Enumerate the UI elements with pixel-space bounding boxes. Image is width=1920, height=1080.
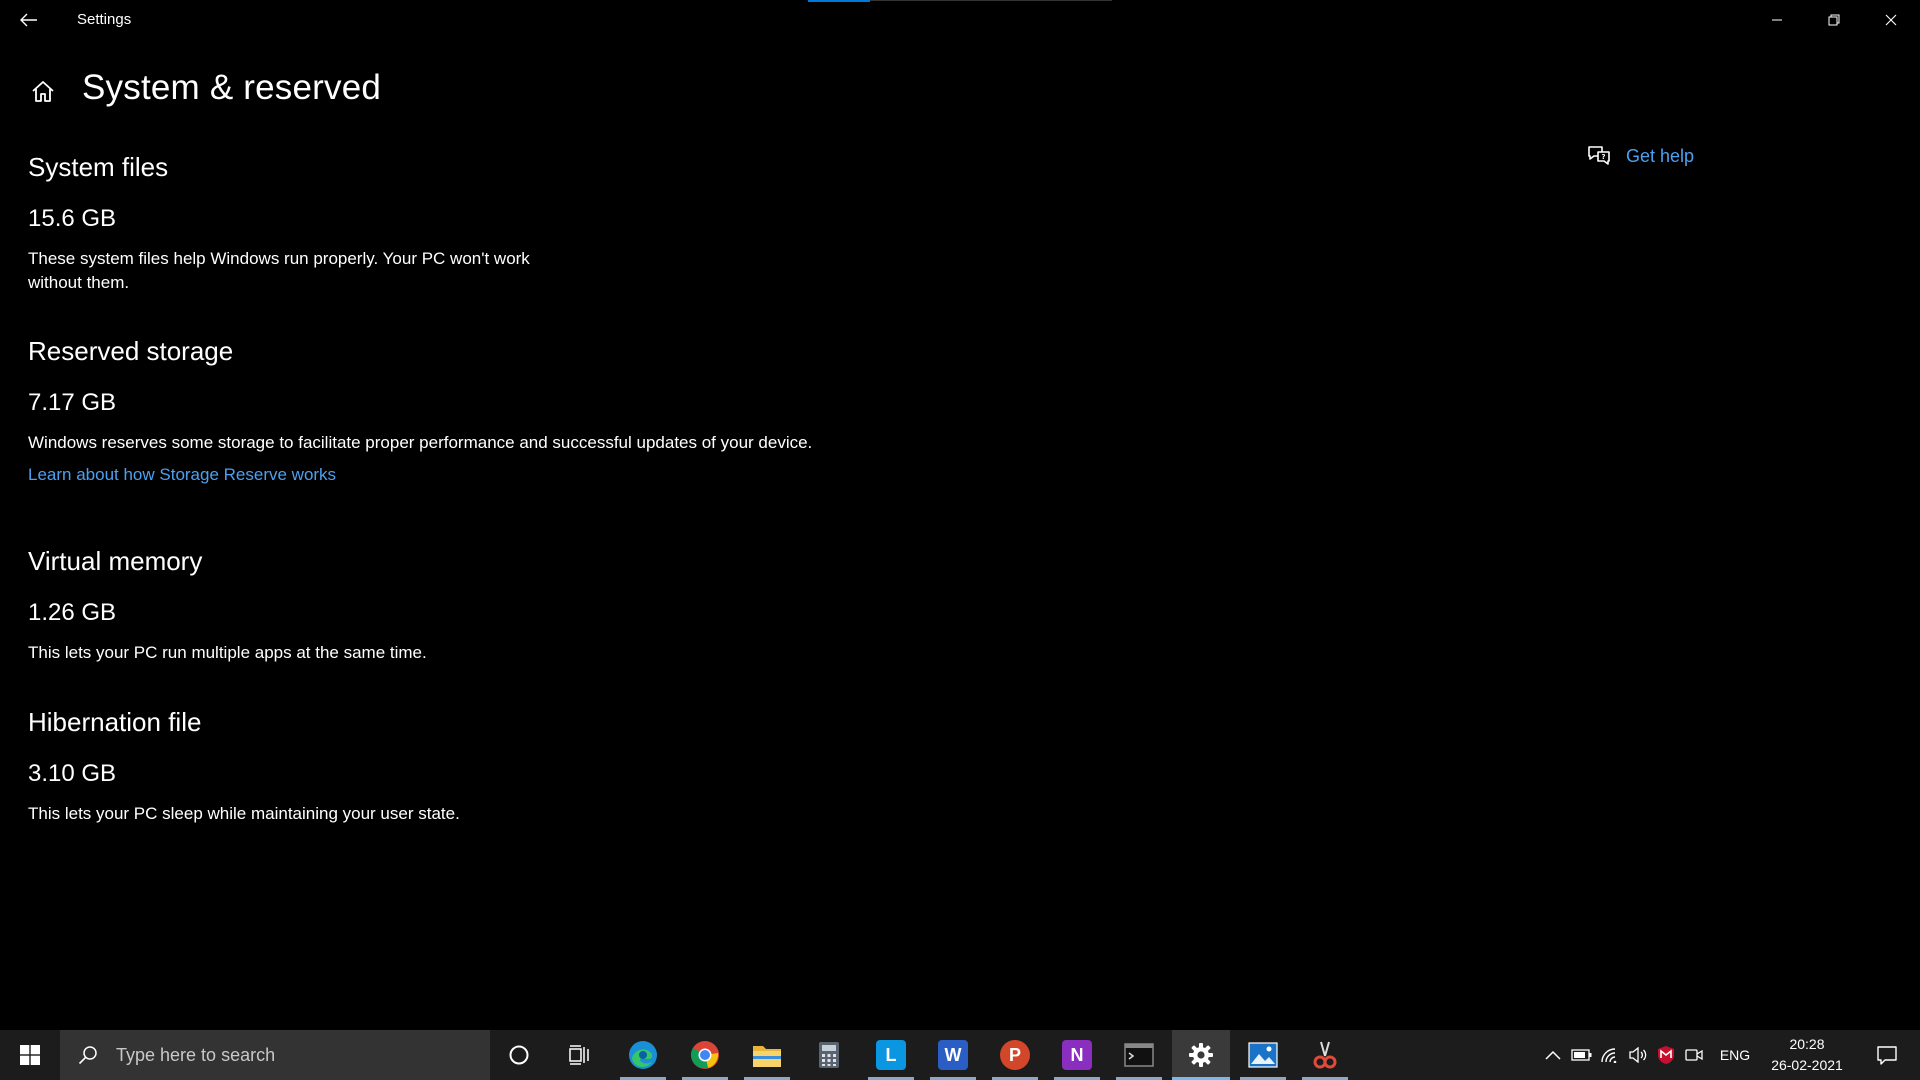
onenote-icon: N [1062,1040,1092,1070]
task-view-icon [569,1045,589,1065]
notification-icon [1877,1046,1897,1065]
taskbar-word[interactable]: W [924,1030,982,1080]
edge-icon [629,1041,657,1069]
title-accent-bar [808,0,870,2]
section-description: Windows reserves some storage to facilit… [28,433,813,452]
title-bar: Settings [0,0,1920,40]
close-icon [1885,14,1897,26]
taskbar-photos[interactable] [1234,1030,1292,1080]
chevron-up-icon [1545,1050,1561,1060]
back-arrow-icon [20,13,37,27]
taskbar-onenote[interactable]: N [1048,1030,1106,1080]
search-icon [78,1046,97,1065]
clock-date: 26-02-2021 [1771,1057,1843,1073]
mcafee-shield-icon [1658,1046,1674,1064]
taskbar-settings[interactable] [1172,1030,1230,1080]
back-button[interactable] [12,4,46,36]
volume-button[interactable] [1624,1030,1652,1080]
start-button[interactable] [0,1030,60,1080]
section-virtual-memory: Virtual memory 1.26 GB This lets your PC… [28,546,928,665]
window-title: Settings [77,11,132,28]
battery-button[interactable] [1568,1030,1596,1080]
taskbar-chrome[interactable] [676,1030,734,1080]
restore-icon [1828,14,1840,26]
taskbar-calculator[interactable] [800,1030,858,1080]
language-indicator: ENG [1719,1047,1751,1063]
minimize-icon [1772,19,1782,21]
section-description: These system files help Windows run prop… [28,249,530,292]
section-title: System files [28,152,169,182]
restore-button[interactable] [1805,0,1863,40]
search-placeholder: Type here to search [116,1044,276,1065]
svg-text:?: ? [1601,153,1605,161]
cortana-circle-icon [509,1045,529,1065]
section-reserved-storage: Reserved storage 7.17 GB Windows reserve… [28,336,928,485]
wifi-icon [1601,1048,1617,1063]
mcafee-button[interactable] [1652,1030,1680,1080]
section-size: 7.17 GB [28,389,117,416]
taskbar-edge[interactable] [614,1030,672,1080]
l-app-icon: L [876,1040,906,1070]
home-icon [32,81,54,102]
photos-icon [1248,1042,1278,1068]
network-button[interactable] [1596,1030,1624,1080]
section-system-files: System files 15.6 GB These system files … [28,152,928,295]
windows-logo-icon [20,1045,40,1065]
calculator-icon [819,1042,839,1068]
taskbar-file-explorer[interactable] [738,1030,796,1080]
page-title: System & reserved [82,68,382,107]
powerpoint-icon: P [1000,1040,1030,1070]
settings-gear-icon [1189,1043,1213,1067]
taskbar: Type here to search L W P N ENG 20:28 26… [0,1030,1920,1080]
section-description: This lets your PC sleep while maintainin… [28,804,460,823]
section-size: 3.10 GB [28,760,117,787]
section-title: Reserved storage [28,336,234,366]
action-center-button[interactable] [1862,1030,1912,1080]
title-divider [870,0,1112,1]
taskbar-powerpoint[interactable]: P [986,1030,1044,1080]
close-button[interactable] [1862,0,1920,40]
terminal-icon [1124,1043,1154,1067]
chat-help-icon: ? [1588,146,1610,165]
minimize-button[interactable] [1748,0,1806,40]
section-description: This lets your PC run multiple apps at t… [28,643,427,662]
section-title: Virtual memory [28,546,203,576]
get-help-label: Get help [1626,145,1695,166]
input-language-button[interactable]: ENG [1710,1030,1760,1080]
speaker-icon [1629,1047,1647,1063]
section-hibernation-file: Hibernation file 3.10 GB This lets your … [28,707,928,826]
taskbar-l-app[interactable]: L [862,1030,920,1080]
word-icon: W [938,1040,968,1070]
home-button[interactable] [29,78,57,106]
section-title: Hibernation file [28,707,202,737]
taskbar-terminal[interactable] [1110,1030,1168,1080]
settings-window: Settings System & reserved ? Get help Sy… [0,0,1920,1080]
storage-reserve-link[interactable]: Learn about how Storage Reserve works [28,465,928,485]
section-size: 1.26 GB [28,599,117,626]
clock-time: 20:28 [1789,1036,1825,1052]
get-help-link[interactable]: ? Get help [1586,144,1694,168]
battery-icon [1571,1049,1592,1061]
chrome-icon [691,1041,719,1069]
meet-now-button[interactable] [1680,1030,1708,1080]
taskbar-snipping-tool[interactable] [1296,1030,1354,1080]
section-size: 15.6 GB [28,205,117,232]
cortana-button[interactable] [490,1030,548,1080]
taskbar-search-box[interactable]: Type here to search [60,1030,490,1080]
task-view-button[interactable] [551,1030,609,1080]
clock[interactable]: 20:28 26-02-2021 [1762,1034,1852,1076]
camera-icon [1685,1049,1703,1061]
file-explorer-icon [753,1046,781,1067]
show-hidden-icons-button[interactable] [1538,1030,1568,1080]
snipping-tool-icon [1313,1041,1337,1069]
